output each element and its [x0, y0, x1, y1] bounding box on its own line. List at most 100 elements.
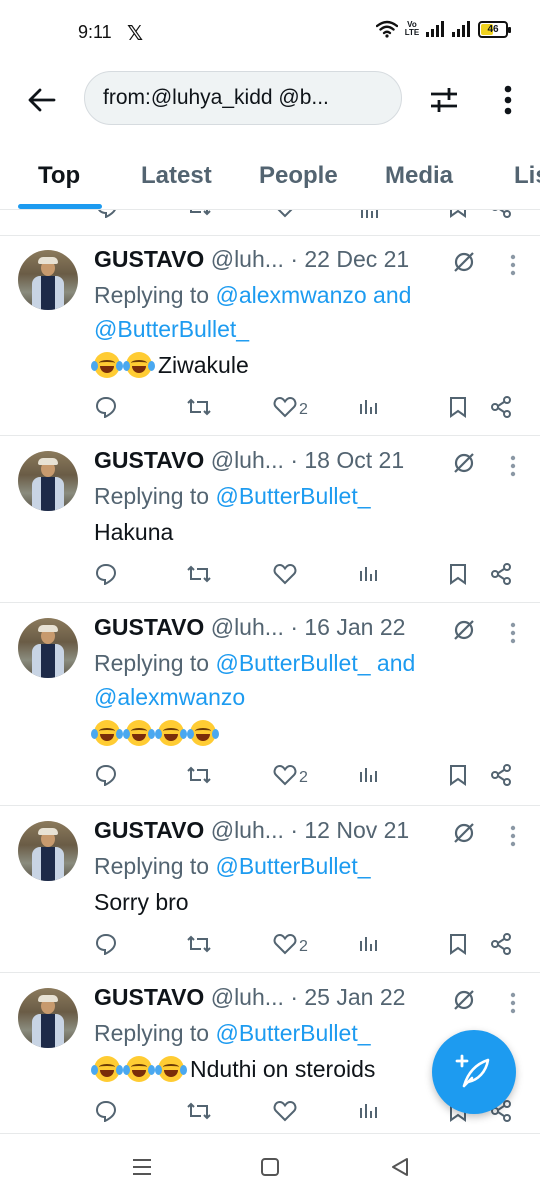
- bookmark-icon[interactable]: [449, 563, 467, 585]
- retweet-icon[interactable]: [186, 210, 212, 218]
- author-handle: @luh...: [210, 447, 284, 473]
- back-button[interactable]: [22, 80, 62, 120]
- share-icon[interactable]: [490, 764, 512, 786]
- grok-icon[interactable]: [452, 250, 476, 279]
- mention-link[interactable]: @ButterBullet_: [215, 483, 370, 509]
- laughing-tears-emoji: [91, 1056, 123, 1082]
- tweet-body: [91, 718, 510, 748]
- retweet-icon[interactable]: [186, 933, 212, 955]
- heart-icon: [273, 933, 297, 960]
- avatar[interactable]: [18, 988, 78, 1048]
- search-filter-button[interactable]: [424, 80, 464, 120]
- grok-icon[interactable]: [452, 618, 476, 647]
- author-name[interactable]: GUSTAVO: [94, 447, 204, 473]
- author-name[interactable]: GUSTAVO: [94, 246, 204, 272]
- avatar[interactable]: [18, 618, 78, 678]
- tweet-more-icon[interactable]: [510, 254, 516, 281]
- grok-icon[interactable]: [452, 988, 476, 1017]
- tweet-body: Ziwakule: [91, 350, 510, 380]
- share-icon[interactable]: [490, 563, 512, 585]
- like-button[interactable]: [273, 1100, 299, 1127]
- retweet-icon[interactable]: [186, 396, 212, 418]
- mention-link[interactable]: @ButterBullet_: [215, 1020, 370, 1046]
- tweet-more-icon[interactable]: [510, 992, 516, 1019]
- views-icon[interactable]: [359, 1100, 379, 1120]
- back-nav-button[interactable]: [385, 1154, 415, 1180]
- search-input[interactable]: from:@luhya_kidd @b...: [84, 71, 402, 125]
- tweet-header: GUSTAVO @luh... · 18 Oct 21: [94, 447, 480, 474]
- mention-link[interactable]: @ButterBullet_: [215, 650, 370, 676]
- author-name[interactable]: GUSTAVO: [94, 614, 204, 640]
- recent-apps-button[interactable]: [127, 1154, 157, 1180]
- avatar[interactable]: [18, 821, 78, 881]
- views-icon[interactable]: [359, 933, 379, 953]
- reply-icon[interactable]: [95, 1100, 117, 1122]
- heart-icon[interactable]: [273, 210, 297, 218]
- mention-link[interactable]: @alexmwanzo: [215, 282, 366, 308]
- bookmark-icon[interactable]: [449, 210, 467, 218]
- tweet-date[interactable]: · 12 Nov 21: [290, 817, 409, 843]
- tweet-header: GUSTAVO @luh... · 25 Jan 22: [94, 984, 480, 1011]
- bookmark-icon[interactable]: [449, 933, 467, 955]
- reply-icon[interactable]: [95, 396, 117, 418]
- tab-people[interactable]: People: [259, 162, 338, 190]
- retweet-icon[interactable]: [186, 764, 212, 786]
- views-icon[interactable]: [359, 396, 379, 416]
- bookmark-icon[interactable]: [449, 396, 467, 418]
- reply-icon[interactable]: [95, 764, 117, 786]
- tweet-date[interactable]: · 16 Jan 22: [290, 614, 405, 640]
- tweet-date[interactable]: · 25 Jan 22: [290, 984, 405, 1010]
- tweet-date[interactable]: · 22 Dec 21: [290, 246, 409, 272]
- tweet[interactable]: GUSTAVO @luh... · 18 Oct 21 Replying to @…: [0, 437, 540, 603]
- laughing-tears-emoji: [123, 1056, 155, 1082]
- reply-icon[interactable]: [95, 933, 117, 955]
- like-button[interactable]: 2: [273, 933, 308, 960]
- grok-icon[interactable]: [452, 451, 476, 480]
- share-icon[interactable]: [490, 210, 512, 218]
- signal-icon: [426, 21, 444, 37]
- avatar[interactable]: [18, 451, 78, 511]
- like-count: 2: [299, 768, 308, 786]
- views-icon[interactable]: [360, 210, 380, 218]
- views-icon[interactable]: [359, 764, 379, 784]
- like-button[interactable]: 2: [273, 396, 308, 423]
- grok-icon[interactable]: [452, 821, 476, 850]
- home-button[interactable]: [255, 1154, 285, 1180]
- partial-tweet-actions: [0, 210, 540, 236]
- retweet-icon[interactable]: [186, 563, 212, 585]
- tweet[interactable]: GUSTAVO @luh... · 16 Jan 22 Replying to @…: [0, 604, 540, 806]
- author-name[interactable]: GUSTAVO: [94, 817, 204, 843]
- tweet-more-icon[interactable]: [510, 455, 516, 482]
- search-header: from:@luhya_kidd @b...: [0, 66, 540, 132]
- tab-media[interactable]: Media: [385, 162, 453, 190]
- like-button[interactable]: 2: [273, 764, 308, 791]
- more-options-button[interactable]: [488, 80, 528, 120]
- laughing-tears-emoji: [123, 720, 155, 746]
- tab-latest[interactable]: Latest: [141, 162, 212, 190]
- reply-icon[interactable]: [95, 563, 117, 585]
- tweet-date[interactable]: · 18 Oct 21: [290, 447, 404, 473]
- vertical-dots-icon: [504, 85, 512, 115]
- like-button[interactable]: [273, 563, 299, 590]
- bookmark-icon[interactable]: [449, 764, 467, 786]
- mention-link[interactable]: @ButterBullet_: [215, 853, 370, 879]
- tab-top[interactable]: Top: [38, 162, 80, 190]
- compose-button[interactable]: [432, 1030, 516, 1114]
- tweet[interactable]: GUSTAVO @luh... · 12 Nov 21 Replying to @…: [0, 807, 540, 973]
- mention-link[interactable]: @ButterBullet_: [94, 316, 249, 342]
- share-icon[interactable]: [490, 396, 512, 418]
- tweet-header: GUSTAVO @luh... · 22 Dec 21: [94, 246, 480, 273]
- tweet-more-icon[interactable]: [510, 622, 516, 649]
- mention-link[interactable]: @alexmwanzo: [94, 684, 245, 710]
- square-icon: [261, 1158, 279, 1176]
- tab-lists[interactable]: Lis: [514, 162, 540, 190]
- tweet-more-icon[interactable]: [510, 825, 516, 852]
- sliders-icon: [431, 88, 457, 112]
- reply-icon[interactable]: [96, 210, 118, 218]
- views-icon[interactable]: [359, 563, 379, 583]
- share-icon[interactable]: [490, 933, 512, 955]
- author-name[interactable]: GUSTAVO: [94, 984, 204, 1010]
- retweet-icon[interactable]: [186, 1100, 212, 1122]
- avatar[interactable]: [18, 250, 78, 310]
- tweet[interactable]: GUSTAVO @luh... · 22 Dec 21 Replying to @…: [0, 236, 540, 436]
